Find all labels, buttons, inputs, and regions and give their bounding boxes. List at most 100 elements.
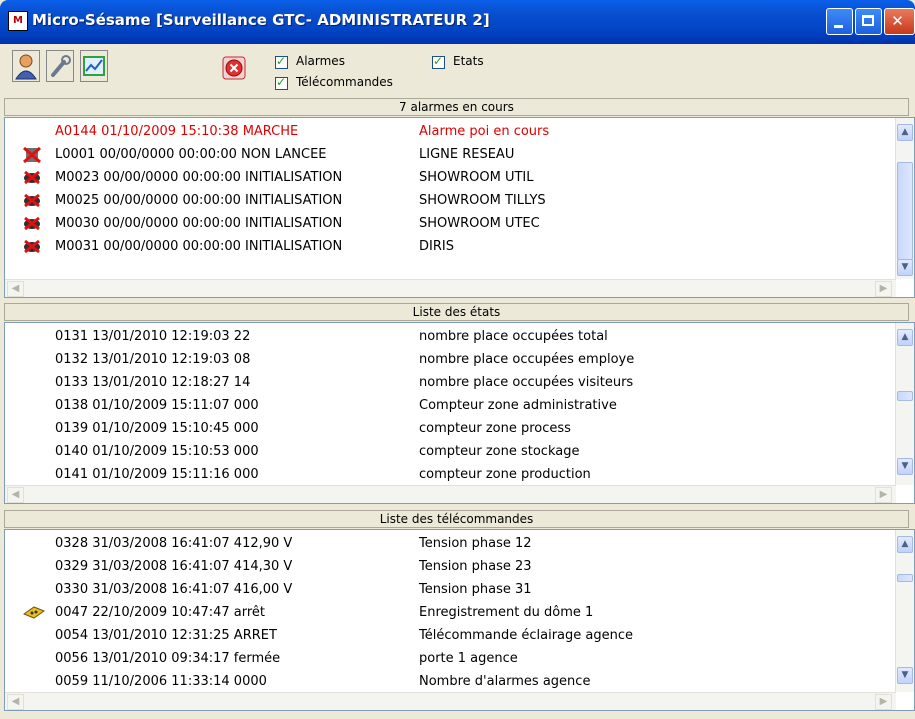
etat-row[interactable]: 0138 01/10/2009 15:11:07 000 Compteur zon… (5, 394, 885, 417)
scroll-left-icon[interactable]: ◀ (7, 281, 24, 297)
minimize-button[interactable] (826, 8, 853, 35)
alarms-hscroll[interactable]: ◀ ▶ (5, 279, 896, 297)
etat-row[interactable]: 0132 13/01/2010 12:19:03 08 nombre place … (5, 348, 885, 371)
telecommande-label-cell: Tension phase 31 (419, 582, 532, 597)
telecommande-row[interactable]: 0329 31/03/2008 16:41:07 414,30 V Tension… (5, 555, 885, 578)
telecommande-label-cell: Nombre d'alarmes agence (419, 674, 591, 689)
alarm-label-cell: Alarme poi en cours (419, 124, 550, 139)
alarm-row[interactable]: M0023 00/00/0000 00:00:00 INITIALISATION… (5, 166, 885, 189)
etat-code-cell: 0131 13/01/2010 12:19:03 22 (55, 329, 251, 344)
etat-code-cell: 0139 01/10/2009 15:10:45 000 (55, 421, 259, 436)
module-error-icon (23, 169, 41, 185)
app-logo-icon: M (8, 11, 28, 31)
close-button[interactable]: ✕ (884, 8, 915, 35)
scroll-left-icon[interactable]: ◀ (7, 694, 24, 710)
etats-vscroll[interactable]: ▲ ▼ (895, 323, 914, 485)
settings-button[interactable] (46, 50, 74, 82)
alarm-row[interactable]: L0001 00/00/0000 00:00:00 NON LANCEE LIGN… (5, 143, 885, 166)
maximize-button[interactable] (855, 8, 882, 35)
telecommande-row[interactable]: 0047 22/10/2009 10:47:47 arrêt Enregistre… (5, 601, 885, 624)
etat-code-cell: 0140 01/10/2009 15:10:53 000 (55, 444, 259, 459)
stop-icon (222, 56, 246, 80)
etats-hscroll[interactable]: ◀ ▶ (5, 485, 896, 503)
scroll-left-icon[interactable]: ◀ (7, 487, 24, 503)
etats-checkbox[interactable]: ✓ (432, 54, 445, 69)
scroll-up-icon[interactable]: ▲ (897, 329, 913, 346)
network-error-icon (23, 146, 41, 164)
telecommande-label-cell: porte 1 agence (419, 651, 518, 666)
scroll-right-icon[interactable]: ▶ (875, 487, 892, 503)
telecommande-row[interactable]: 0330 31/03/2008 16:41:07 416,00 V Tension… (5, 578, 885, 601)
scroll-right-icon[interactable]: ▶ (875, 694, 892, 710)
app-window: M Micro-Sésame [Surveillance GTC- ADMINI… (0, 0, 915, 719)
alarms-vscroll[interactable]: ▲ ▼ (895, 118, 914, 279)
stop-button[interactable] (222, 56, 246, 80)
check-icon: ✓ (433, 54, 444, 68)
alarm-row[interactable]: M0031 00/00/0000 00:00:00 INITIALISATION… (5, 235, 885, 258)
telecommande-row[interactable]: 0054 13/01/2010 12:31:25 ARRET Télécomman… (5, 624, 885, 647)
user-icon (15, 54, 37, 80)
camera-icon (22, 604, 46, 620)
scroll-down-icon[interactable]: ▼ (897, 667, 913, 684)
etat-row[interactable]: 0140 01/10/2009 15:10:53 000 compteur zon… (5, 440, 885, 463)
title-bar[interactable]: M Micro-Sésame [Surveillance GTC- ADMINI… (0, 0, 915, 44)
alarm-code-cell: A0144 01/10/2009 15:10:38 MARCHE (55, 124, 299, 139)
alarm-row[interactable]: M0030 00/00/0000 00:00:00 INITIALISATION… (5, 212, 885, 235)
alarm-label-cell: SHOWROOM UTEC (419, 216, 540, 231)
scroll-down-icon[interactable]: ▼ (897, 458, 913, 475)
minimize-icon (834, 25, 843, 28)
scroll-thumb[interactable] (897, 391, 913, 401)
etat-label-cell: nombre place occupées total (419, 329, 608, 344)
alarms-list[interactable]: A0144 01/10/2009 15:10:38 MARCHE Alarme p… (4, 117, 915, 298)
users-button[interactable] (12, 50, 40, 82)
etats-list[interactable]: 0131 13/01/2010 12:19:03 22 nombre place … (4, 322, 915, 504)
telecommande-row[interactable]: 0056 13/01/2010 09:34:17 fermée porte 1 a… (5, 647, 885, 670)
alarm-code-cell: M0023 00/00/0000 00:00:00 INITIALISATION (55, 170, 343, 185)
alarm-label-cell: SHOWROOM UTIL (419, 170, 534, 185)
close-icon: ✕ (891, 12, 904, 30)
maximize-icon (862, 15, 874, 26)
alarmes-checkbox[interactable]: ✓ (275, 54, 288, 69)
alarm-row[interactable]: A0144 01/10/2009 15:10:38 MARCHE Alarme p… (5, 120, 885, 143)
telecommande-label-cell: Télécommande éclairage agence (419, 628, 633, 643)
scroll-down-icon[interactable]: ▼ (897, 259, 913, 276)
alarms-header: 7 alarmes en cours (4, 98, 909, 116)
telecommande-code-cell: 0056 13/01/2010 09:34:17 fermée (55, 651, 281, 666)
telecommande-row[interactable]: 0059 11/10/2006 11:33:14 0000 Nombre d'al… (5, 670, 885, 693)
chart-button[interactable] (80, 50, 108, 82)
alarm-label-cell: SHOWROOM TILLYS (419, 193, 546, 208)
etat-row[interactable]: 0141 01/10/2009 15:11:16 000 compteur zon… (5, 463, 885, 486)
telecommandes-list[interactable]: 0328 31/03/2008 16:41:07 412,90 V Tension… (4, 529, 915, 711)
etat-label-cell: compteur zone process (419, 421, 571, 436)
telecommandes-vscroll[interactable]: ▲ ▼ (895, 530, 914, 692)
alarm-row[interactable]: M0025 00/00/0000 00:00:00 INITIALISATION… (5, 189, 885, 212)
scroll-up-icon[interactable]: ▲ (897, 124, 913, 141)
scroll-thumb[interactable] (897, 574, 913, 582)
module-error-icon (23, 215, 41, 231)
telecommande-label-cell: Tension phase 12 (419, 536, 532, 551)
telecommandes-hscroll[interactable]: ◀ ▶ (5, 692, 896, 710)
etat-code-cell: 0132 13/01/2010 12:19:03 08 (55, 352, 251, 367)
alarm-code-cell: M0031 00/00/0000 00:00:00 INITIALISATION (55, 239, 343, 254)
check-icon: ✓ (276, 75, 287, 89)
module-error-icon (23, 192, 41, 208)
alarm-code-cell: M0030 00/00/0000 00:00:00 INITIALISATION (55, 216, 343, 231)
telecommande-code-cell: 0054 13/01/2010 12:31:25 ARRET (55, 628, 277, 643)
telecommande-label-cell: Tension phase 23 (419, 559, 532, 574)
etat-row[interactable]: 0131 13/01/2010 12:19:03 22 nombre place … (5, 325, 885, 348)
alarm-label-cell: LIGNE RESEAU (419, 147, 515, 162)
wrench-icon (51, 55, 71, 77)
telecommandes-header: Liste des télécommandes (4, 510, 909, 528)
alarm-code-cell: M0025 00/00/0000 00:00:00 INITIALISATION (55, 193, 343, 208)
module-error-icon (23, 238, 41, 254)
etat-label-cell: nombre place occupées employe (419, 352, 635, 367)
scroll-up-icon[interactable]: ▲ (897, 536, 913, 553)
telecommandes-checkbox[interactable]: ✓ (275, 75, 288, 90)
telecommande-row[interactable]: 0328 31/03/2008 16:41:07 412,90 V Tension… (5, 532, 885, 555)
etat-row[interactable]: 0133 13/01/2010 12:18:27 14 nombre place … (5, 371, 885, 394)
etat-row[interactable]: 0139 01/10/2009 15:10:45 000 compteur zon… (5, 417, 885, 440)
etats-label: Etats (453, 54, 484, 68)
scroll-right-icon[interactable]: ▶ (875, 281, 892, 297)
scroll-thumb[interactable] (897, 162, 913, 260)
etat-label-cell: Compteur zone administrative (419, 398, 617, 413)
